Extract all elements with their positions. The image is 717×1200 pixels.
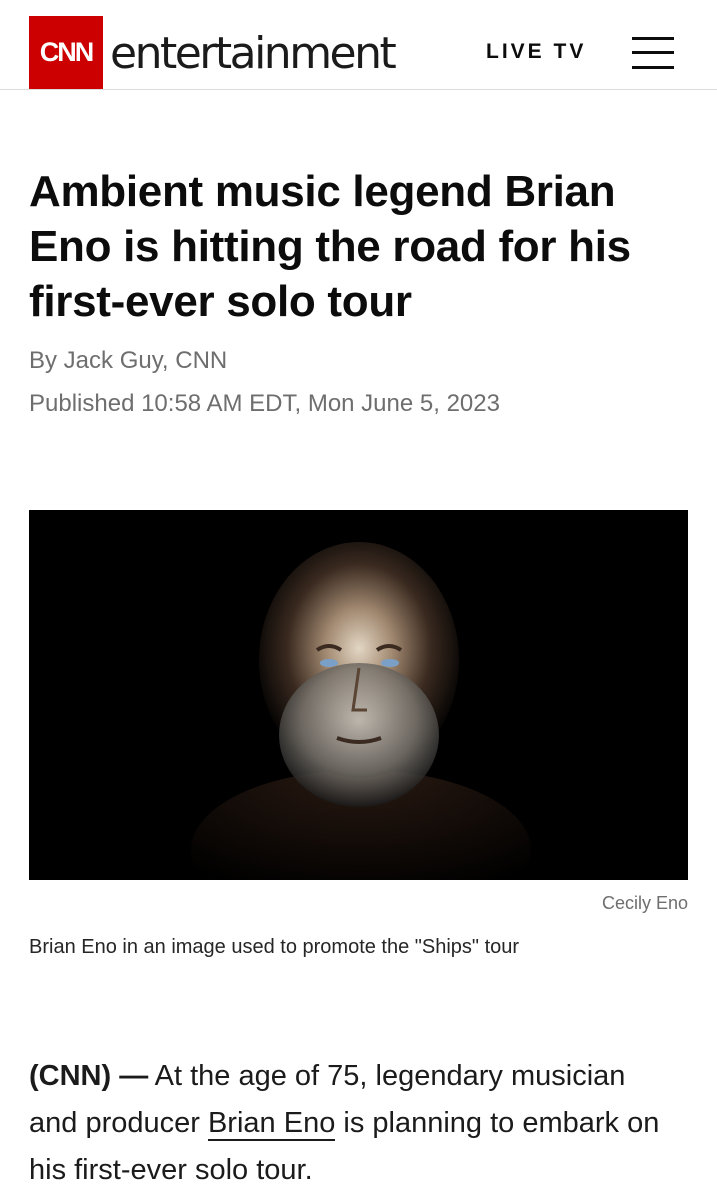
menu-bar-bottom: [632, 66, 674, 69]
article-published-date: Published 10:58 AM EDT, Mon June 5, 2023: [29, 390, 500, 417]
cnn-logo[interactable]: CNN: [29, 16, 103, 89]
site-header: CNN entertainment LIVE TV: [0, 0, 717, 90]
image-caption: Brian Eno in an image used to promote th…: [29, 936, 520, 958]
menu-bar-top: [632, 37, 674, 40]
image-credit: Cecily Eno: [601, 893, 688, 913]
article-byline[interactable]: By Jack Guy, CNN: [29, 346, 227, 376]
menu-bar-middle: [632, 51, 674, 54]
section-name[interactable]: entertainment: [110, 26, 397, 82]
hamburger-menu-icon[interactable]: [632, 37, 674, 69]
cnn-logo-text: CNN: [39, 37, 94, 67]
portrait-illustration: [29, 510, 688, 880]
live-tv-link[interactable]: LIVE TV: [486, 38, 586, 66]
article-body-paragraph: (CNN) — At the age of 75, legendary musi…: [29, 1053, 679, 1194]
brian-eno-link[interactable]: Brian Eno: [207, 1107, 336, 1141]
article-headline: Ambient music legend Brian Eno is hittin…: [29, 167, 631, 326]
source-tag: (CNN) —: [29, 1060, 149, 1092]
article-hero-image[interactable]: [29, 510, 688, 880]
